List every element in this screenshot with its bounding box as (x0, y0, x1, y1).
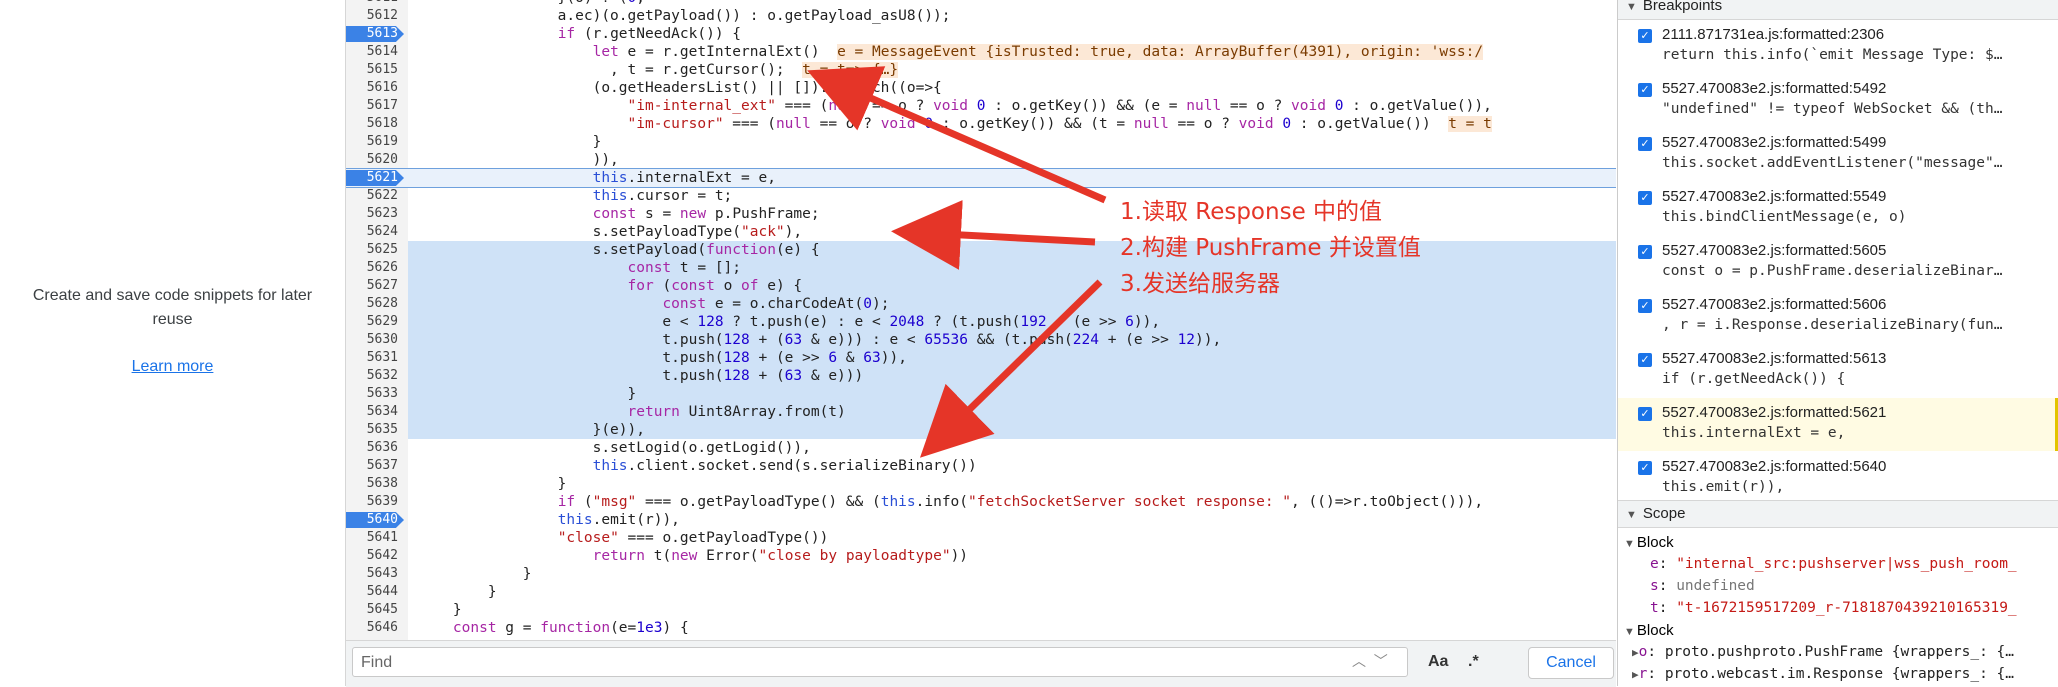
annotation-arrows (807, 66, 1107, 458)
annotation-step-3: 3.发送给服务器 (1120, 271, 1280, 297)
arrow-step-3 (919, 279, 1103, 458)
arrow-step-2 (891, 199, 1096, 270)
arrow-step-1 (807, 66, 1107, 204)
annotation-step-2: 2.构建 PushFrame 并设置值 (1120, 235, 1421, 261)
annotation-step-1: 1.读取 Response 中的值 (1120, 199, 1383, 225)
